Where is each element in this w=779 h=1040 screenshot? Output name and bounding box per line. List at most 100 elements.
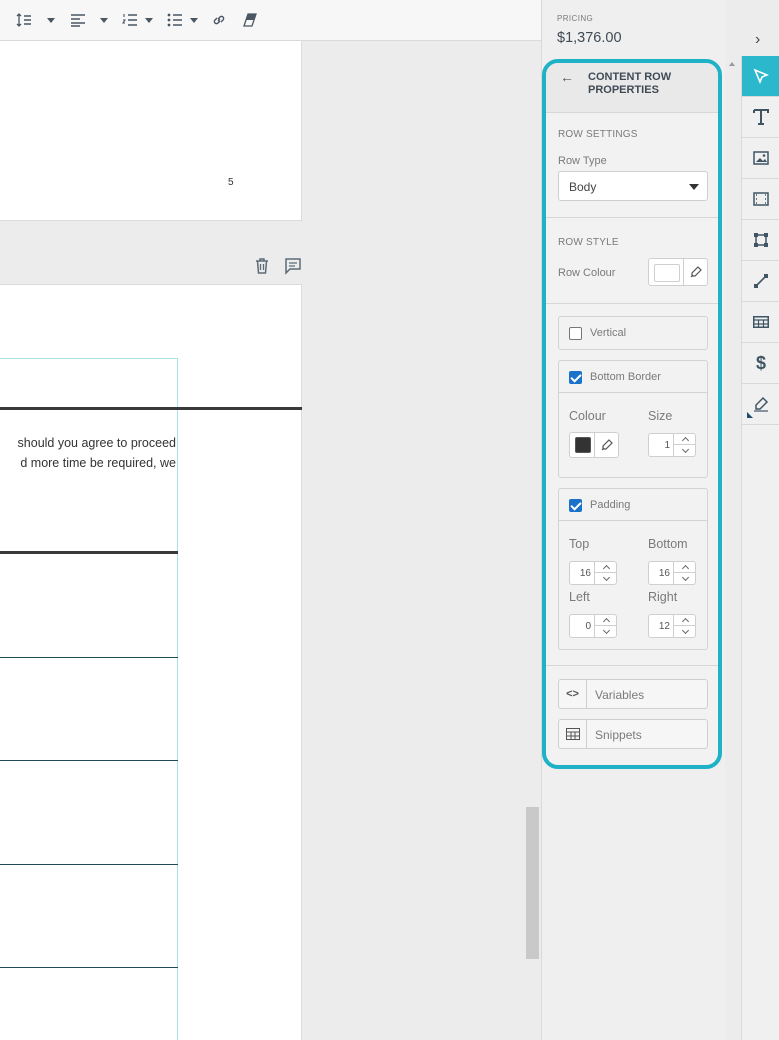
padding-top-value: 16 [579,568,591,579]
body-line: should you agree to proceed [17,436,176,450]
border-size-value: 1 [664,440,670,451]
chevron-down-icon [689,184,699,190]
row-style-heading: ROW STYLE [558,237,619,248]
pricing-total[interactable]: $1,376.00 [557,30,622,46]
chevron-down-icon [681,445,689,453]
pricing-label: PRICING [557,14,594,23]
table-tool[interactable] [742,302,779,343]
stepper-buttons [594,562,617,584]
pricing-icon: $ [755,352,766,373]
padding-top-stepper[interactable]: 16 [569,561,617,585]
bullet-list-dropdown[interactable] [190,10,198,30]
chevron-down-icon [145,17,153,23]
padding-bottom-stepper[interactable]: 16 [648,561,696,585]
editor-scrollbar[interactable] [526,807,539,959]
row-border [0,657,178,658]
clear-format-button[interactable] [243,10,257,30]
link-button[interactable] [212,10,226,30]
chevron-down-icon [681,626,689,634]
align-dropdown[interactable] [100,10,108,30]
increment-button[interactable] [674,562,696,573]
bullet-list-button[interactable] [167,10,183,30]
divider [546,217,718,218]
row-border [0,864,178,865]
bottom-border-checkbox[interactable] [569,371,582,384]
border-colour-swatch[interactable] [575,437,591,453]
eyedropper-icon[interactable] [594,433,618,457]
decrement-button[interactable] [674,626,696,637]
decrement-button[interactable] [595,573,617,584]
vertical-option: Vertical [558,316,708,350]
video-tool[interactable] [742,179,779,220]
row-border [0,760,178,761]
select-tool[interactable] [742,56,779,97]
chevron-down-icon [100,17,108,23]
padding-group: Padding Top Bottom 16 16 Left Right 0 12 [558,488,708,650]
numbered-list-dropdown[interactable] [145,10,153,30]
select-icon [753,68,769,84]
signature-tool[interactable] [742,384,779,425]
back-arrow-icon[interactable]: ← [560,69,574,85]
snippets-label: Snippets [595,728,642,742]
increment-button[interactable] [595,562,617,573]
pricing-tool[interactable]: $ [742,343,779,384]
border-size-stepper[interactable]: 1 [648,433,696,457]
snippets-button[interactable]: Snippets [558,719,708,749]
padding-left-stepper[interactable]: 0 [569,614,617,638]
chevron-right-icon[interactable]: › [755,31,760,49]
chevron-down-icon [681,573,689,581]
body-paragraph[interactable]: should you agree to proceed d more time … [0,433,176,473]
line-spacing-button[interactable] [16,10,32,30]
comment-section-button[interactable] [284,257,302,275]
trash-icon [256,258,268,274]
chevron-down-icon [602,573,610,581]
text-icon [753,109,769,125]
numbered-list-icon [122,14,137,26]
padding-left-value: 0 [585,621,591,632]
increment-button[interactable] [674,615,696,626]
rail-resize-handle[interactable] [747,412,753,418]
chevron-down-icon [602,626,610,634]
vertical-checkbox[interactable] [569,327,582,340]
text-tool[interactable] [742,97,779,138]
eyedropper-icon[interactable] [683,259,707,285]
vertical-label: Vertical [590,327,627,339]
decrement-button[interactable] [595,626,617,637]
decrement-button[interactable] [674,445,696,456]
body-line: d more time be required, we [20,456,176,470]
row-type-value: Body [569,180,597,194]
chevron-up-icon [681,436,689,445]
align-button[interactable] [70,10,86,30]
row-border [0,967,178,968]
increment-button[interactable] [674,434,696,445]
stepper-buttons [673,434,696,456]
divider [546,665,718,666]
numbered-list-button[interactable] [122,10,138,30]
table-icon [559,720,587,748]
padding-header: Padding [559,489,707,521]
line-tool[interactable] [742,261,779,302]
scroll-up-icon[interactable] [729,62,735,66]
increment-button[interactable] [595,615,617,626]
row-colour-swatch[interactable] [654,264,680,282]
align-left-icon [71,14,85,27]
variables-button[interactable]: <> Variables [558,679,708,709]
border-colour-picker[interactable] [569,432,619,458]
row-type-select[interactable]: Body [558,171,708,201]
vertical-header: Vertical [559,317,707,349]
padding-left-label: Left [569,590,590,604]
image-icon [753,151,769,165]
chevron-down-icon [190,17,198,23]
decrement-button[interactable] [674,573,696,584]
padding-checkbox[interactable] [569,499,582,512]
padding-right-stepper[interactable]: 12 [648,614,696,638]
image-tool[interactable] [742,138,779,179]
block-tool[interactable] [742,220,779,261]
row-border [0,407,302,410]
document-page-previous: 5 [0,41,302,221]
bullet-list-icon [167,13,182,27]
border-size-label: Size [648,409,673,423]
line-spacing-dropdown[interactable] [47,10,55,30]
row-colour-picker[interactable] [648,258,708,286]
delete-section-button[interactable] [253,257,271,275]
